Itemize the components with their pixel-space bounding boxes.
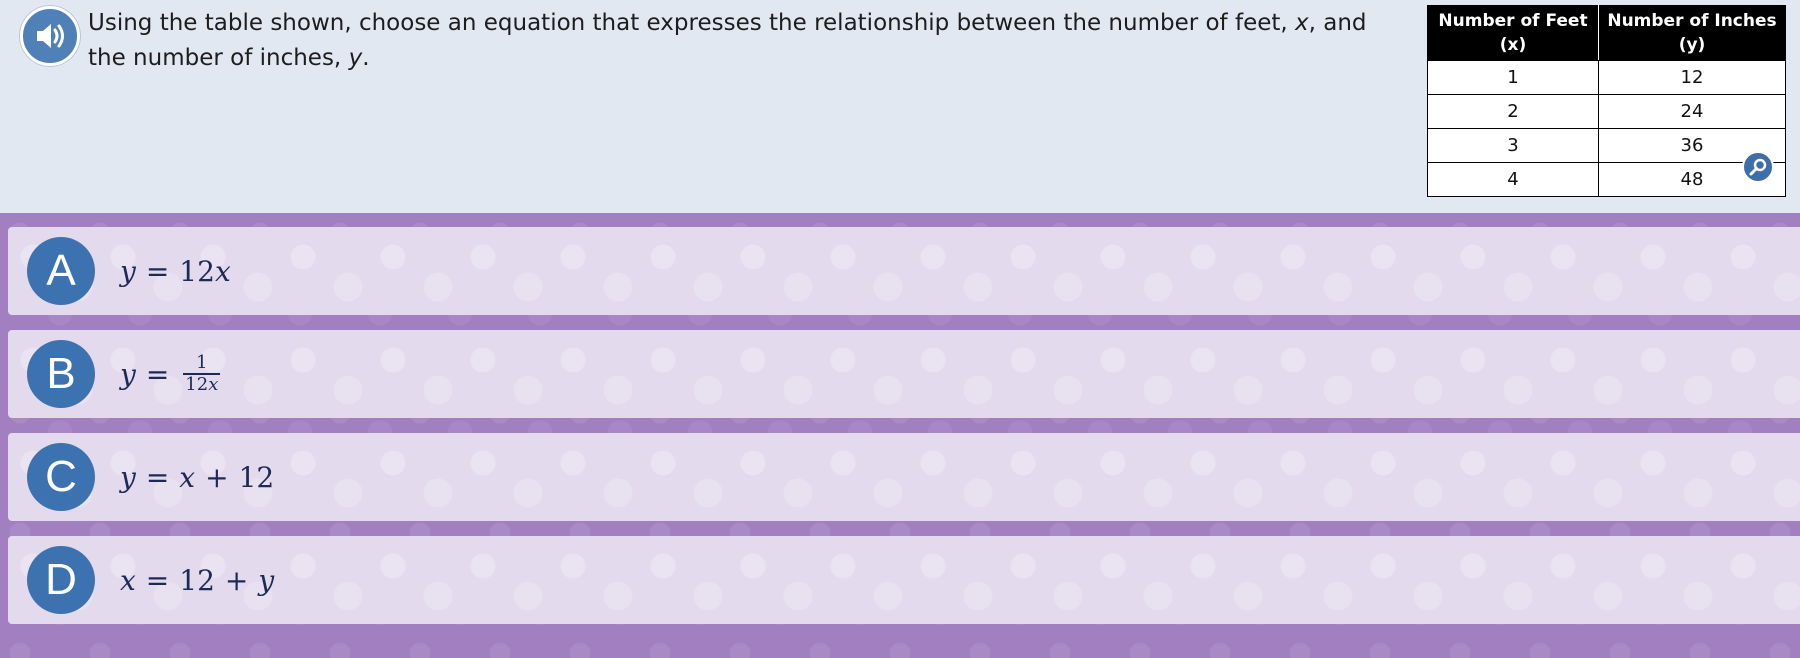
header-label: Number of Feet [1438, 11, 1588, 31]
feet-inches-table: Number of Feet (x) Number of Inches (y) 11… [1427, 5, 1786, 197]
fraction-denominator: 12x [183, 373, 220, 395]
table-cell: 1 [1427, 60, 1599, 95]
equals-sign: = [145, 357, 170, 391]
question-area: Using the table shown, choose an equatio… [0, 0, 1800, 213]
plus-sign: + [205, 460, 229, 494]
equation-variable: y [120, 254, 136, 288]
choice-equation: y = 12 x [120, 227, 231, 315]
table-row: 1 12 [1427, 60, 1786, 95]
zoom-table-button[interactable] [1742, 151, 1774, 183]
equals-sign: = [145, 460, 170, 494]
answer-choice-d[interactable]: D x = 12 + y [8, 536, 1800, 624]
equation-variable: x [120, 563, 136, 597]
equation-number: 12 [179, 254, 215, 288]
choice-equation: x = 12 + y [120, 536, 274, 624]
fraction: 1 12x [183, 352, 221, 395]
question-text-part: . [362, 45, 370, 71]
plus-sign: + [224, 563, 249, 597]
table-header-feet: Number of Feet (x) [1427, 5, 1599, 61]
choice-letter-badge: B [27, 340, 95, 408]
table-row: 3 36 [1427, 128, 1786, 163]
equation-variable: x [214, 254, 231, 288]
choice-letter-badge: A [27, 237, 95, 305]
equation-variable: x [179, 460, 196, 494]
table-row: 4 48 [1427, 162, 1786, 197]
table-cell: 4 [1427, 162, 1599, 197]
answer-choice-c[interactable]: C y = x + 12 [8, 433, 1800, 521]
equals-sign: = [145, 563, 170, 597]
table-header-row: Number of Feet (x) Number of Inches (y) [1427, 5, 1786, 61]
table-cell: 24 [1598, 94, 1786, 129]
equation-number: 12 [179, 563, 215, 597]
equation-variable: y [120, 460, 136, 494]
read-aloud-button[interactable] [20, 6, 80, 66]
table-cell: 3 [1427, 128, 1599, 163]
choice-letter-badge: C [27, 443, 95, 511]
equals-sign: = [145, 254, 170, 288]
header-label: Number of Inches [1607, 11, 1777, 31]
equation-number: 12 [185, 373, 209, 395]
choice-equation: y = 1 12x [120, 330, 221, 418]
speaker-icon [37, 24, 64, 48]
equation-number: 12 [238, 460, 275, 494]
answer-choices-area: A y = 12 x B y = 1 12x C y = x + 12 D x … [0, 213, 1800, 658]
table-header-inches: Number of Inches (y) [1598, 5, 1786, 61]
answer-choice-b[interactable]: B y = 1 12x [8, 330, 1800, 418]
magnifier-icon [1749, 158, 1767, 176]
equation-variable: y [258, 563, 275, 597]
equation-variable: y [120, 357, 136, 391]
table-cell: 12 [1598, 60, 1786, 95]
table-row: 2 24 [1427, 94, 1786, 129]
header-variable: (y) [1678, 35, 1706, 55]
equation-variable: x [208, 373, 219, 395]
question-variable-x: x [1295, 10, 1309, 36]
choice-letter-badge: D [27, 546, 95, 614]
answer-choice-a[interactable]: A y = 12 x [8, 227, 1800, 315]
header-variable: (x) [1499, 35, 1527, 55]
question-variable-y: y [348, 45, 363, 71]
choice-equation: y = x + 12 [120, 433, 274, 521]
fraction-numerator: 1 [196, 352, 208, 374]
question-text-part: Using the table shown, choose an equatio… [88, 10, 1296, 36]
question-prompt: Using the table shown, choose an equatio… [88, 6, 1388, 76]
table-cell: 2 [1427, 94, 1599, 129]
